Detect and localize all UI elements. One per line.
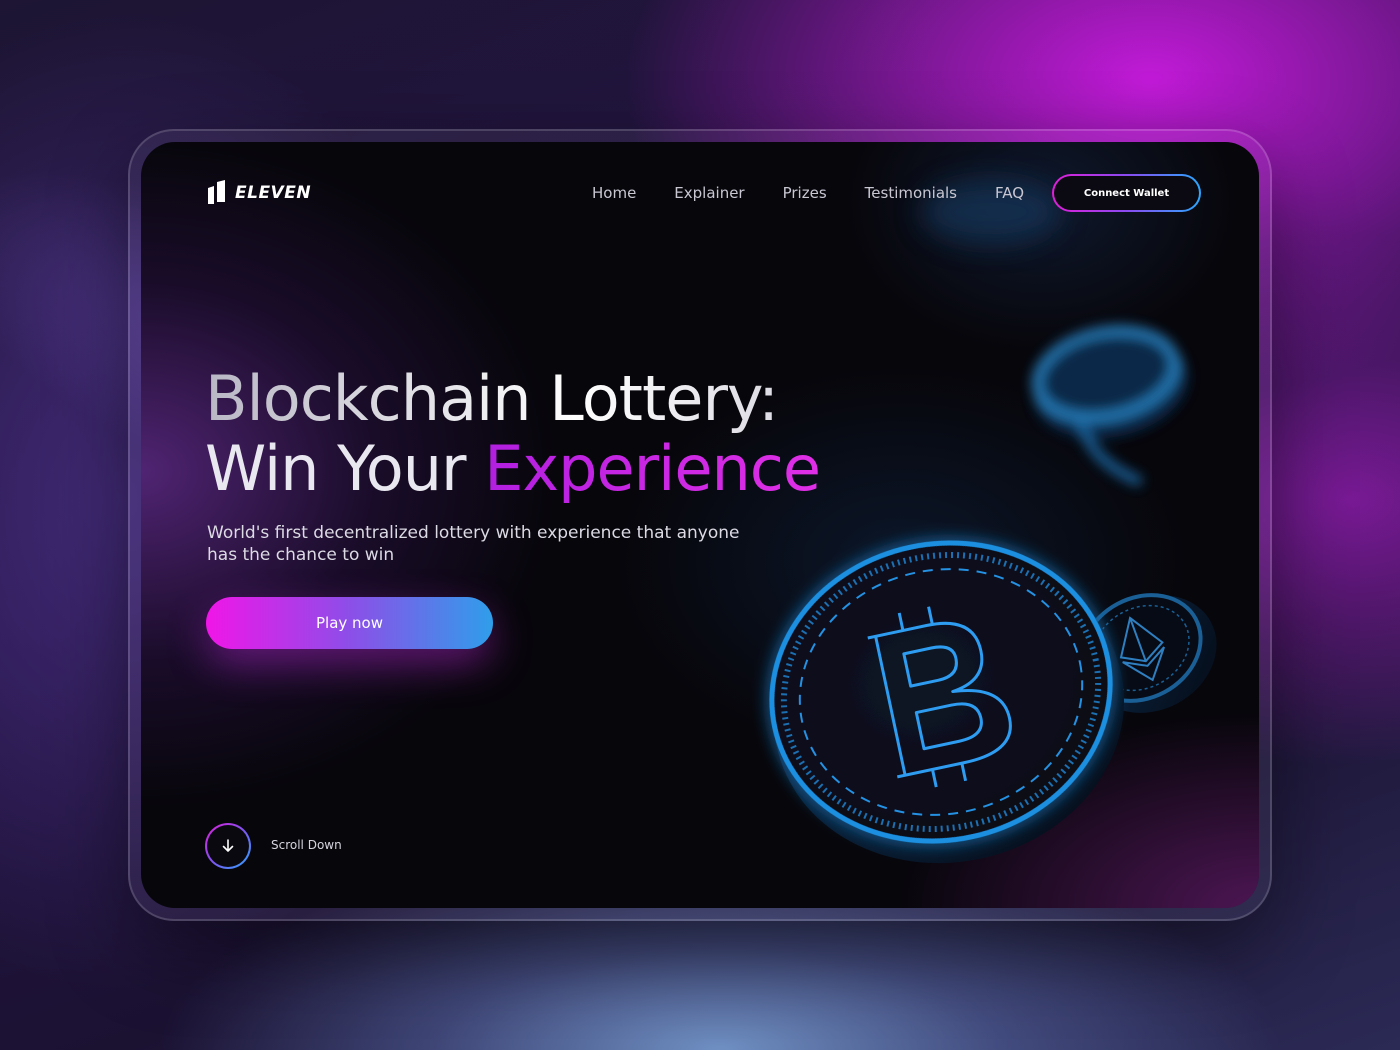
- website-screen: ELEVEN Home Explainer Prizes Testimonial…: [141, 142, 1259, 908]
- nav-item-home[interactable]: Home: [592, 184, 636, 202]
- nav-item-faq[interactable]: FAQ: [995, 184, 1024, 202]
- play-now-button[interactable]: Play now: [206, 597, 493, 649]
- hero-title-accent: Experience: [484, 432, 821, 505]
- hero-title-line1: Blockchain Lottery:: [205, 364, 820, 434]
- connect-wallet-button[interactable]: Connect Wallet: [1052, 174, 1201, 212]
- brand-logo[interactable]: ELEVEN: [205, 180, 311, 206]
- main-nav: Home Explainer Prizes Testimonials FAQ: [592, 184, 1024, 202]
- logo-mark-icon: [208, 180, 225, 204]
- hero-title-line2: Win Your Experience: [205, 432, 821, 505]
- nav-item-explainer[interactable]: Explainer: [674, 184, 744, 202]
- arrow-down-icon: [222, 839, 234, 852]
- nav-item-prizes[interactable]: Prizes: [783, 184, 827, 202]
- hero-subtitle: World's first decentralized lottery with…: [207, 523, 740, 565]
- bitcoin-coin-icon: [769, 540, 1125, 864]
- hero-title: Blockchain Lottery: Win Your Experience: [205, 364, 821, 505]
- hero-title-prefix: Win Your: [205, 432, 485, 505]
- blurred-coin-icon: [1031, 325, 1189, 487]
- scroll-down-button[interactable]: [205, 823, 251, 869]
- nav-item-testimonials[interactable]: Testimonials: [865, 184, 957, 202]
- scroll-down-label: Scroll Down: [271, 838, 342, 852]
- brand-name: ELEVEN: [235, 183, 312, 203]
